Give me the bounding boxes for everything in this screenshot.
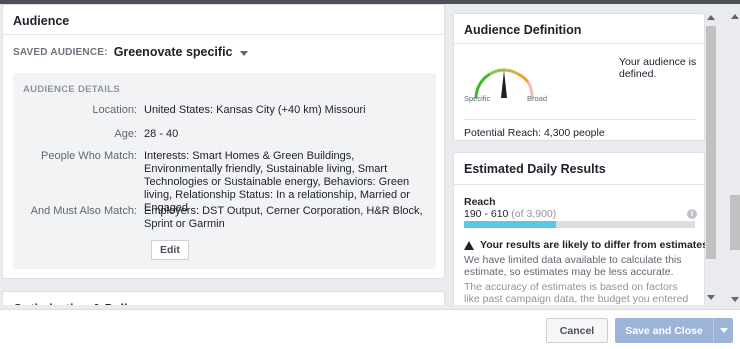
reach-range: 190 - 610 (of 3,900) (464, 208, 556, 220)
info-icon[interactable]: i (687, 209, 697, 219)
optimization-card[interactable]: Optimization & Delivery (2, 291, 445, 305)
scroll-down-icon[interactable] (707, 295, 715, 300)
scrollbar-thumb[interactable] (730, 195, 740, 250)
scrollbar-thumb[interactable] (706, 26, 716, 259)
saved-audience-name[interactable]: Greenovate specific (114, 45, 233, 59)
warning-text: We have limited data available to calcul… (464, 254, 682, 278)
chevron-down-icon (720, 328, 728, 333)
detail-label: Location: (92, 104, 137, 116)
page-scrollbar[interactable] (729, 10, 740, 310)
potential-reach: Potential Reach: 4,300 people (464, 127, 605, 139)
estimate-warning: Your results are likely to differ from e… (464, 239, 705, 251)
estimated-results-title: Estimated Daily Results (454, 153, 704, 185)
divider (464, 119, 696, 120)
reach-label: Reach (464, 196, 496, 208)
detail-value: United States: Kansas City (+40 km) Miss… (144, 104, 366, 116)
scroll-up-icon[interactable] (707, 15, 715, 20)
detail-row-age: Age: 28 - 40 (13, 128, 436, 141)
estimated-daily-results-card: Estimated Daily Results Reach 190 - 610 … (453, 152, 705, 305)
reach-progress-fill (464, 221, 557, 228)
cancel-button[interactable]: Cancel (546, 318, 608, 343)
save-options-dropdown[interactable] (713, 318, 733, 343)
chevron-down-icon[interactable] (239, 51, 248, 56)
scroll-down-icon[interactable] (731, 297, 739, 302)
audience-definition-title: Audience Definition (454, 14, 704, 44)
reach-progress-bar (464, 221, 695, 228)
gauge-broad-label: Broad (527, 94, 548, 103)
accuracy-text: The accuracy of estimates is based on fa… (464, 281, 689, 305)
scroll-up-icon[interactable] (731, 14, 739, 19)
save-and-close-button[interactable]: Save and Close (615, 318, 713, 343)
detail-row-also-match: And Must Also Match: Employers: DST Outp… (13, 205, 436, 231)
audience-definition-card: Audience Definition Specific Broad Your … (453, 13, 705, 141)
warning-title: Your results are likely to differ from e… (480, 239, 705, 251)
right-panel-scrollbar[interactable] (705, 13, 717, 305)
footer-bar: Cancel Save and Close (0, 309, 740, 349)
left-panel[interactable]: Audience SAVED AUDIENCE: Greenovate spec… (0, 4, 448, 305)
audience-status-text: Your audience is defined. (619, 56, 697, 80)
saved-audience-selector[interactable]: SAVED AUDIENCE: Greenovate specific (13, 45, 248, 59)
detail-value: 28 - 40 (144, 128, 179, 140)
edit-button[interactable]: Edit (151, 240, 189, 260)
audience-card: Audience SAVED AUDIENCE: Greenovate spec… (2, 4, 445, 279)
optimization-title: Optimization & Delivery (3, 292, 444, 305)
saved-audience-label: SAVED AUDIENCE: (13, 46, 108, 58)
detail-value: Employers: DST Output, Cerner Corporatio… (144, 205, 423, 230)
reach-range-value: 190 - 610 (464, 208, 509, 220)
audience-details: AUDIENCE DETAILS Location: United States… (13, 73, 436, 269)
gauge-specific-label: Specific (464, 94, 491, 103)
right-panel[interactable]: Audience Definition Specific Broad Your … (453, 4, 705, 305)
audience-details-title: AUDIENCE DETAILS (23, 84, 120, 95)
detail-row-location: Location: United States: Kansas City (+4… (13, 104, 436, 117)
reach-total: (of 3,900) (511, 208, 557, 220)
warning-icon (464, 240, 474, 250)
detail-label: And Must Also Match: (30, 205, 137, 217)
detail-label: Age: (114, 128, 137, 140)
audience-title: Audience (3, 5, 444, 35)
